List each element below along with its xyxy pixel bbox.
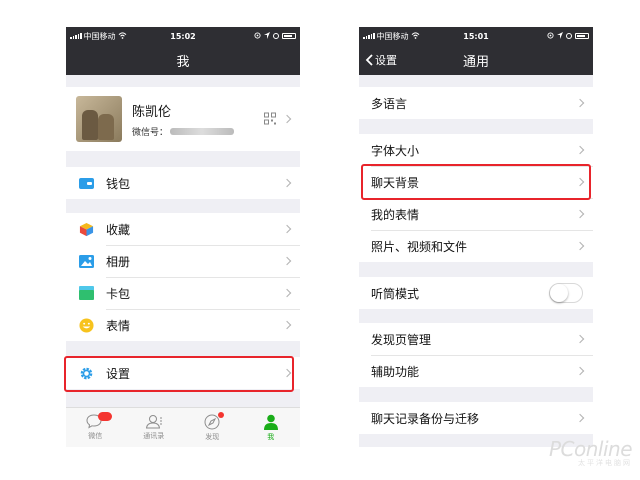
menu-item-label: 相册: [106, 254, 131, 269]
menu-item-wallet[interactable]: 钱包: [66, 167, 300, 199]
nav-bar: 设置 通用: [359, 45, 593, 75]
chevron-right-icon: [575, 145, 585, 155]
signal-icon: [363, 33, 375, 39]
back-label: 设置: [375, 54, 397, 67]
tab-label: 我: [267, 432, 275, 441]
chevron-left-icon: [365, 54, 373, 66]
lock-rotation-icon: [547, 31, 554, 41]
tab-bar: 微信 通讯录 发现 我: [66, 407, 300, 447]
battery-icon: [575, 33, 589, 39]
chevron-right-icon: [282, 114, 292, 124]
tab-label: 通讯录: [143, 432, 165, 440]
wallet-icon: [78, 175, 94, 191]
menu-item-media-files[interactable]: 照片、视频和文件: [359, 230, 593, 262]
chevron-right-icon: [575, 98, 585, 108]
menu-item-label: 钱包: [106, 176, 131, 191]
person-icon: [263, 414, 278, 430]
menu-item-label: 照片、视频和文件: [371, 239, 468, 254]
chevron-right-icon: [282, 224, 292, 234]
tab-chats[interactable]: 微信: [66, 408, 125, 447]
menu-item-album[interactable]: 相册: [66, 245, 300, 277]
backup-section: 聊天记录备份与迁移: [359, 402, 593, 434]
menu-item-earpiece-mode: 听筒模式: [359, 277, 593, 309]
wifi-icon: [118, 31, 127, 41]
general-settings-screen: 中国移动 15:01 设置 通用 多语言 字体大小 聊天背景 我的表情 照片、视…: [359, 27, 593, 447]
nav-bar: 我: [66, 45, 300, 75]
menu-item-label: 卡包: [106, 286, 131, 301]
settings-highlight-box: [64, 356, 294, 392]
page-title: 通用: [462, 54, 489, 70]
menu-item-label: 发现页管理: [371, 332, 432, 347]
alarm-icon: [566, 32, 572, 41]
menu-item-stickers[interactable]: 表情: [66, 309, 300, 341]
status-bar: 中国移动 15:01: [359, 27, 593, 45]
location-icon: [264, 31, 270, 41]
chevron-right-icon: [575, 241, 585, 251]
smiley-icon: [78, 317, 94, 333]
carrier-label: 中国移动: [376, 31, 409, 41]
menu-item-font-size[interactable]: 字体大小: [359, 134, 593, 166]
profile-row[interactable]: 陈凯伦 微信号：: [66, 87, 300, 151]
contacts-icon: [145, 415, 162, 429]
menu-item-favorites[interactable]: 收藏: [66, 213, 300, 245]
status-bar: 中国移动 15:02: [66, 27, 300, 45]
signal-icon: [70, 33, 82, 39]
tab-label: 微信: [88, 432, 103, 440]
chevron-right-icon: [282, 256, 292, 266]
profile-name: 陈凯伦: [132, 104, 172, 120]
wechat-id-blurred: [170, 127, 235, 135]
menu-item-label: 辅助功能: [371, 364, 420, 379]
chevron-right-icon: [282, 178, 292, 188]
chat-background-highlight-box: [361, 164, 591, 200]
profile-section: 陈凯伦 微信号：: [66, 87, 300, 151]
unread-badge: [98, 412, 112, 421]
wechat-id-label: 微信号：: [132, 127, 169, 138]
chevron-right-icon: [575, 334, 585, 344]
avatar: [76, 96, 122, 142]
back-button[interactable]: 设置: [365, 45, 397, 75]
tab-contacts[interactable]: 通讯录: [125, 408, 184, 447]
page-title: 我: [176, 54, 190, 70]
features-section: 收藏 相册 卡包 表情: [66, 213, 300, 341]
tab-discover[interactable]: 发现: [183, 408, 242, 447]
menu-item-my-stickers[interactable]: 我的表情: [359, 198, 593, 230]
watermark: PConline 太平洋电脑网: [549, 437, 633, 468]
qr-code-icon[interactable]: [264, 110, 276, 129]
chevron-right-icon: [575, 209, 585, 219]
language-section: 多语言: [359, 87, 593, 119]
earpiece-section: 听筒模式: [359, 277, 593, 309]
earpiece-mode-toggle[interactable]: [549, 283, 583, 303]
menu-item-label: 听筒模式: [371, 286, 420, 301]
menu-item-discover-management[interactable]: 发现页管理: [359, 323, 593, 355]
alarm-icon: [273, 32, 279, 41]
battery-icon: [282, 33, 296, 39]
tab-label: 发现: [205, 432, 220, 441]
menu-item-label: 聊天记录备份与迁移: [371, 411, 480, 426]
menu-item-chat-backup[interactable]: 聊天记录备份与迁移: [359, 402, 593, 434]
cards-icon: [78, 285, 94, 301]
menu-item-cards[interactable]: 卡包: [66, 277, 300, 309]
favorites-cube-icon: [78, 221, 94, 237]
discover-section: 发现页管理 辅助功能: [359, 323, 593, 387]
location-icon: [557, 31, 563, 41]
discover-dot-badge: [218, 412, 224, 418]
menu-item-label: 字体大小: [371, 143, 420, 158]
album-icon: [78, 253, 94, 269]
chevron-right-icon: [575, 366, 585, 376]
wechat-id: 微信号：: [132, 125, 235, 138]
menu-item-label: 我的表情: [371, 207, 420, 222]
menu-item-label: 表情: [106, 318, 131, 333]
menu-item-label: 多语言: [371, 96, 408, 111]
chevron-right-icon: [282, 320, 292, 330]
lock-rotation-icon: [254, 31, 261, 41]
wifi-icon: [411, 31, 420, 41]
menu-item-label: 收藏: [106, 222, 131, 237]
menu-item-language[interactable]: 多语言: [359, 87, 593, 119]
carrier-label: 中国移动: [83, 31, 116, 41]
chevron-right-icon: [575, 413, 585, 423]
menu-item-accessibility[interactable]: 辅助功能: [359, 355, 593, 387]
tab-me[interactable]: 我: [242, 408, 301, 447]
chevron-right-icon: [282, 288, 292, 298]
wallet-section: 钱包: [66, 167, 300, 199]
